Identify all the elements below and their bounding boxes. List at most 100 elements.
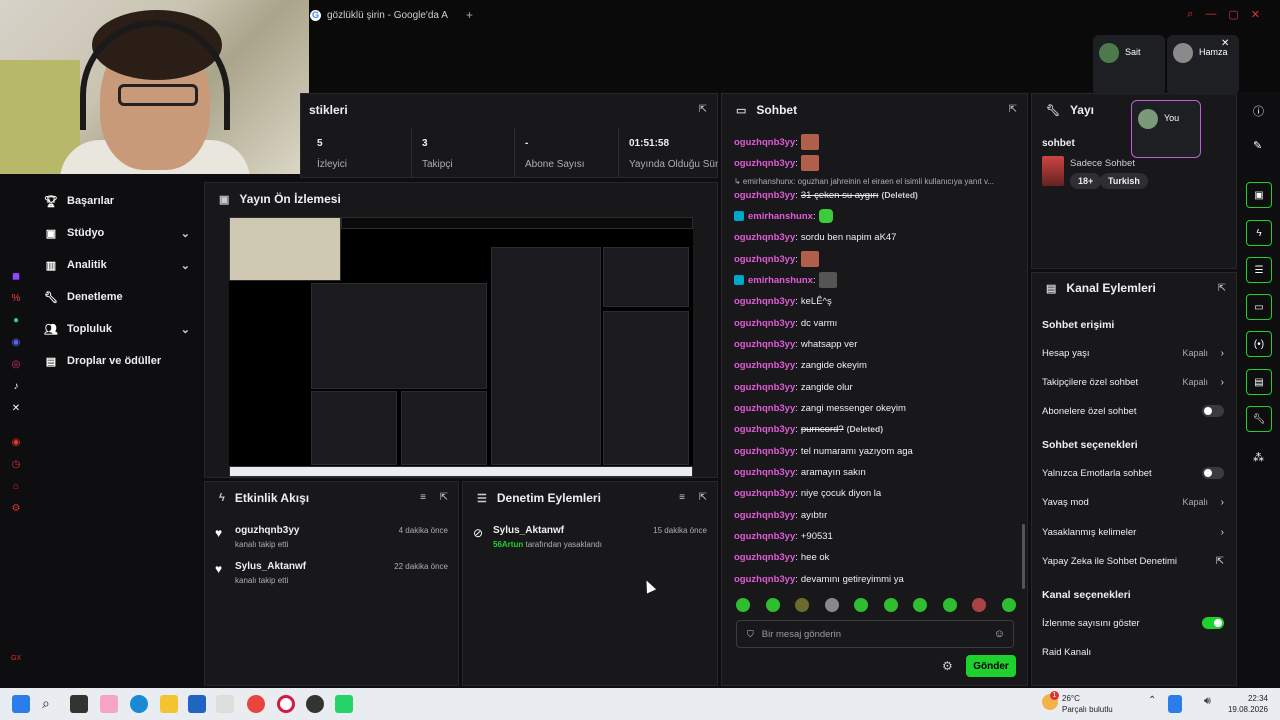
sidebar-item-studio[interactable]: ▣ Stüdyo ⌄ [44,223,200,243]
moderator-name[interactable]: 56Artun [493,540,523,549]
clock-icon[interactable]: ◷ [10,458,22,470]
close-icon[interactable]: ✕ [1221,38,1229,49]
setting-banned-words[interactable]: Yasaklanmış kelimeler › [1042,524,1226,540]
chat-username[interactable]: oguzhqnb3yy [734,318,795,329]
chat-username[interactable]: oguzhqnb3yy [734,232,795,243]
chat-username[interactable]: oguzhqnb3yy [734,296,795,307]
emote-icon[interactable] [883,598,898,612]
home-icon[interactable]: ⌂ [10,480,22,492]
chat-username[interactable]: oguzhqnb3yy [734,510,795,521]
maximize-icon[interactable]: ▢ [1228,8,1238,21]
chat-username[interactable]: oguzhqnb3yy [734,360,795,371]
chat-username[interactable]: emirhanshunx [748,211,813,222]
setting-slow-mode[interactable]: Yavaş mod Kapalı › [1042,494,1226,510]
emote-icon[interactable] [972,598,987,612]
discord-icon[interactable]: ◉ [10,336,22,348]
event-user[interactable]: Sylus_Aktanwf [235,561,306,572]
settings-icon[interactable]: ⚙ [10,502,22,514]
chat-username[interactable]: oguzhqnb3yy [734,552,795,563]
chrome-icon[interactable] [247,695,265,713]
chat-username[interactable]: oguzhqnb3yy [734,190,795,201]
tag-badge[interactable]: 18+ [1070,173,1102,189]
popout-icon[interactable]: ⇱ [699,104,707,115]
gear-icon[interactable]: ⚙ [942,659,953,673]
raid-button[interactable]: (•) [1246,331,1272,357]
emote-icon[interactable] [913,598,928,612]
obs-icon[interactable] [306,695,324,713]
call-participant[interactable]: Sait [1093,35,1165,95]
sidebar-item-drops[interactable]: ▤ Droplar ve ödüller [44,351,200,371]
popout-icon[interactable]: ⇱ [1009,104,1017,115]
minimize-icon[interactable]: — [1205,8,1216,21]
close-icon[interactable]: ✕ [1251,8,1260,21]
emoji-icon[interactable]: ☺ [994,628,1005,640]
event-user[interactable]: oguzhqnb3yy [235,525,299,536]
store-icon[interactable] [188,695,206,713]
edge-icon[interactable] [130,695,148,713]
emote-icon[interactable] [765,598,780,612]
tiktok-icon[interactable]: ♪ [10,380,22,392]
microphone-icon[interactable] [1168,695,1182,713]
tag-badge[interactable]: Turkish [1100,173,1148,189]
whatsapp-icon[interactable]: ● [10,314,22,326]
stream-preview-video[interactable] [229,217,693,477]
task-view-icon[interactable] [70,695,88,713]
toggle-switch[interactable] [1202,467,1224,479]
filter-icon[interactable]: ≡ [420,492,426,503]
chat-username[interactable]: oguzhqnb3yy [734,158,795,169]
call-participant-self[interactable]: You [1131,100,1201,158]
chat-username[interactable]: oguzhqnb3yy [734,254,795,265]
windows-start-icon[interactable] [12,695,30,713]
wrench-button[interactable]: 🔧︎ [1246,406,1272,432]
chat-scrollbar[interactable] [1022,524,1025,589]
twitch-icon[interactable]: ◼ [10,270,22,282]
chat-username[interactable]: oguzhqnb3yy [734,531,795,542]
emote-icon[interactable] [736,598,750,612]
info-icon[interactable]: ⓘ [1253,103,1264,119]
copilot-icon[interactable] [100,695,118,713]
chat-username[interactable]: oguzhqnb3yy [734,424,795,435]
emote-icon[interactable] [824,598,839,612]
chat-username[interactable]: oguzhqnb3yy [734,467,795,478]
opera-icon[interactable] [277,695,295,713]
chat-username[interactable]: emirhanshunx [748,275,813,286]
gx-icon[interactable]: GX [10,652,22,664]
sidebar-item-moderation[interactable]: 🔧︎ Denetleme [44,287,200,307]
chat-username[interactable]: oguzhqnb3yy [734,382,795,393]
setting-account-age[interactable]: Hesap yaşı Kapalı › [1042,345,1226,361]
chat-input[interactable]: ⛉ Bir mesaj gönderin ☺ [736,620,1014,648]
setting-raid-channel[interactable]: Raid Kanalı [1042,644,1226,660]
x-icon[interactable]: ✕ [10,402,22,414]
chat-username[interactable]: oguzhqnb3yy [734,574,795,585]
whatsapp-icon[interactable] [335,695,353,713]
chat-username[interactable]: oguzhqnb3yy [734,339,795,350]
chevron-up-icon[interactable]: ⌃ [1148,695,1166,713]
chat-username[interactable]: oguzhqnb3yy [734,446,795,457]
filter-icon[interactable]: ≡ [679,492,685,503]
stream-manager-button[interactable]: ▣ [1246,182,1272,208]
setting-followers-only[interactable]: Takipçilere özel sohbet Kapalı › [1042,374,1226,390]
system-clock[interactable]: 22:34 19.08.2026 [1228,693,1268,715]
emote-icon[interactable] [795,598,810,612]
channel-button[interactable]: ▤ [1246,369,1272,395]
browser-tab[interactable]: G gözlüklü şirin - Google'da A + [310,6,473,24]
instagram-icon[interactable]: ◎ [10,358,22,370]
media-icon[interactable] [216,695,234,713]
send-button[interactable]: Gönder [966,655,1016,677]
toggle-switch[interactable] [1202,405,1224,417]
file-explorer-icon[interactable] [160,695,178,713]
more-icon[interactable]: ⁂ [1253,451,1264,464]
event-user[interactable]: Sylus_Aktanwf [493,525,564,536]
search-icon[interactable]: ⌕ [42,695,60,713]
setting-ai-moderation[interactable]: Yapay Zeka ile Sohbet Denetimi ⇱ [1042,553,1226,569]
record-icon[interactable]: ◉ [10,436,22,448]
new-tab-button[interactable]: + [466,8,473,22]
chat-username[interactable]: oguzhqnb3yy [734,488,795,499]
popout-icon[interactable]: ⇱ [440,492,448,503]
toggle-switch[interactable] [1202,617,1224,629]
emote-icon[interactable] [1001,598,1016,612]
popout-icon[interactable]: ⇱ [1218,283,1226,294]
search-icon[interactable]: ⌕ [1187,8,1193,21]
emote-icon[interactable] [942,598,957,612]
lightning-button[interactable]: ϟ [1246,220,1272,246]
